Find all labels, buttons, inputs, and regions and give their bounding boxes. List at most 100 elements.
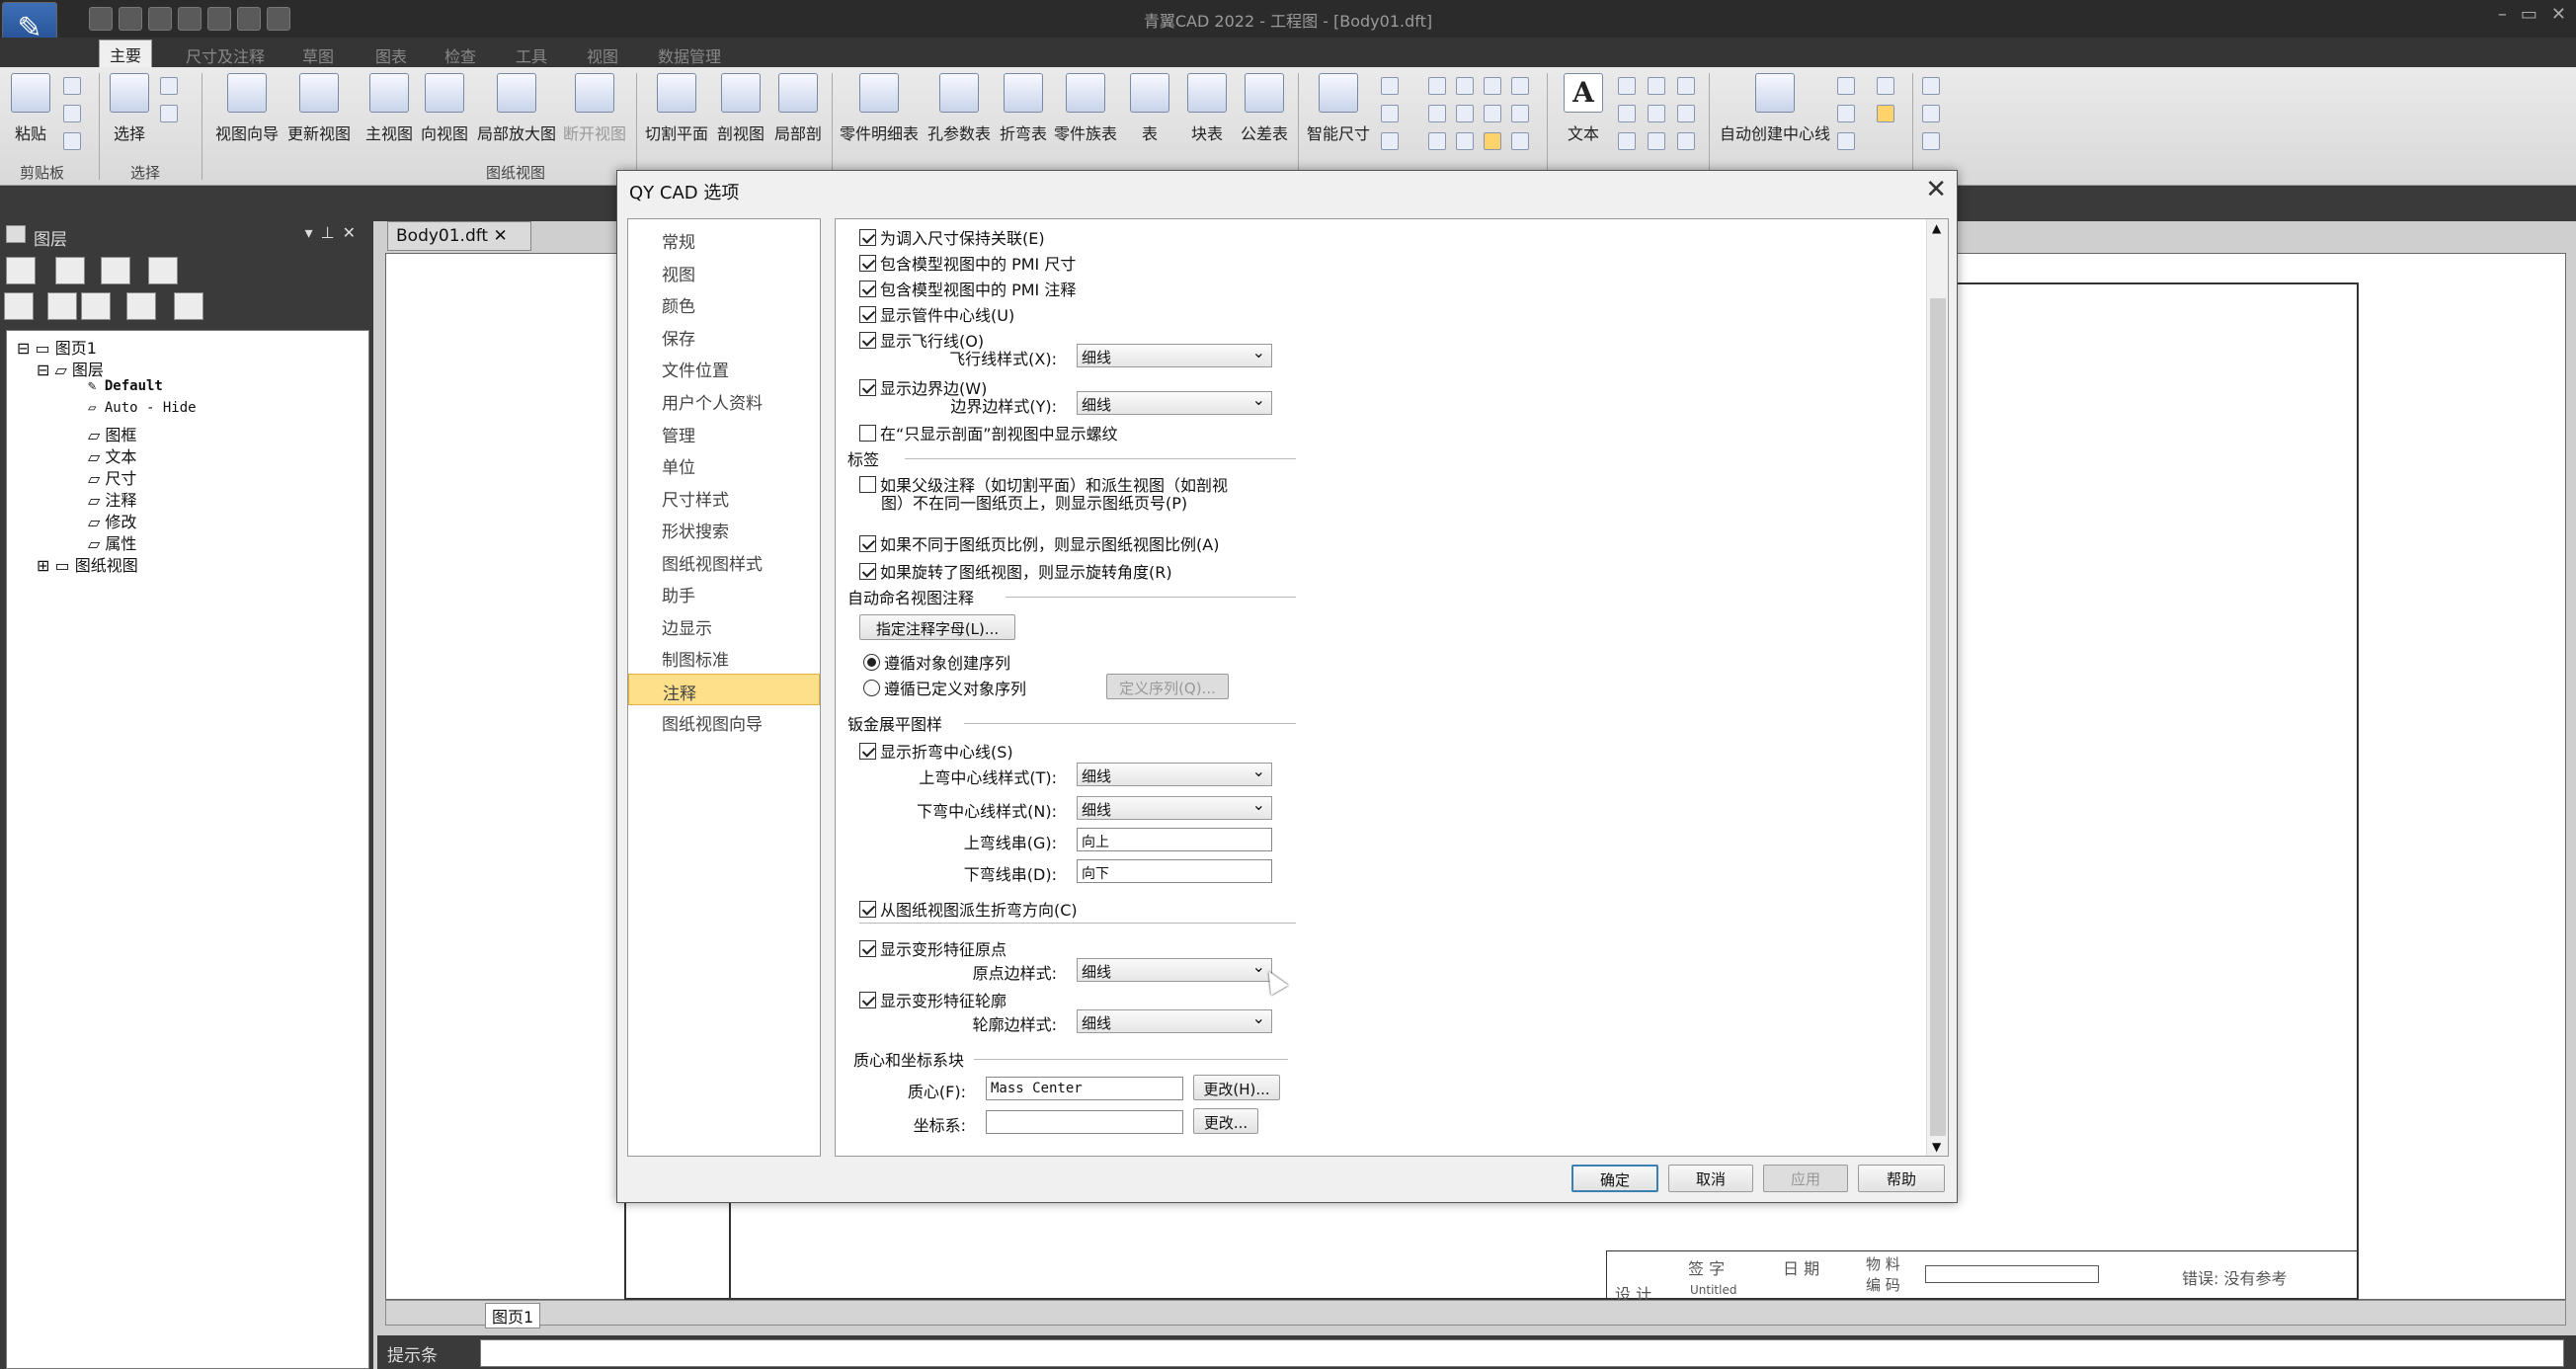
document-tab[interactable]: Body01.dft ✕: [387, 221, 531, 251]
select-button[interactable]: 选择: [107, 73, 152, 144]
detail-view-button[interactable]: 局部放大图: [474, 73, 559, 144]
select-box-icon[interactable]: [160, 105, 178, 122]
dialog-close-icon[interactable]: ✕: [1925, 175, 1947, 204]
opt-section-threads[interactable]: 在“只显示剖面”剖视图中显示螺纹: [859, 421, 1118, 444]
outline-style-select[interactable]: 细线: [1077, 1008, 1272, 1033]
bend-up-style-select[interactable]: 细线: [1077, 762, 1272, 786]
nav-color[interactable]: 颜色: [628, 287, 820, 319]
nav-edge-display[interactable]: 边显示: [628, 609, 820, 641]
auxiliary-view-button[interactable]: 向视图: [417, 73, 472, 144]
close-button[interactable]: ✕: [2551, 4, 2566, 25]
layer-tool-icon-2[interactable]: [55, 257, 85, 284]
hide-layer-icon[interactable]: [81, 292, 111, 320]
opt-keep-dim-assoc[interactable]: 为调入尺寸保持关联(E): [859, 225, 1045, 249]
coord-input[interactable]: [986, 1110, 1183, 1134]
nav-shape-search[interactable]: 形状搜索: [628, 513, 820, 544]
opt-scale-diff[interactable]: 如果不同于图纸页比例，则显示图纸视图比例(A): [859, 531, 1219, 555]
tree-item-drawing-views[interactable]: ⊞ ▭ 图纸视图: [37, 552, 138, 576]
datum-icon[interactable]: [1677, 77, 1695, 95]
tab-data-management[interactable]: 数据管理: [648, 41, 731, 69]
sheet-tab[interactable]: 图页1: [485, 1303, 541, 1329]
centerline-icon[interactable]: [1837, 77, 1855, 95]
origin-style-select[interactable]: 细线: [1077, 957, 1272, 982]
select-filter-icon[interactable]: [160, 77, 178, 95]
dim-distance-icon[interactable]: [1428, 77, 1446, 95]
broken-view-button[interactable]: 断开视图: [559, 73, 630, 144]
dim-baseline-icon[interactable]: [1511, 77, 1529, 95]
tree-item-text[interactable]: ▱ 文本: [88, 443, 136, 467]
hole-table-button[interactable]: 孔参数表: [925, 73, 994, 144]
dim-chamfer-icon[interactable]: [1456, 132, 1474, 150]
scroll-down-icon[interactable]: ▼: [1932, 1140, 1941, 1154]
principal-view-button[interactable]: 主视图: [362, 73, 417, 144]
balloon-icon[interactable]: [1648, 77, 1665, 95]
dim-chain-icon[interactable]: [1428, 105, 1446, 122]
minimize-button[interactable]: –: [2498, 4, 2507, 25]
help-icon[interactable]: [148, 257, 178, 284]
table-button[interactable]: 表: [1130, 73, 1169, 144]
bend-down-style-select[interactable]: 细线: [1077, 795, 1272, 820]
customize-icon[interactable]: [267, 7, 290, 31]
auto-centerline-button[interactable]: 自动创建中心线: [1715, 73, 1835, 144]
tree-item-modify[interactable]: ▱ 修改: [88, 509, 136, 532]
dim-diameter-icon[interactable]: [1456, 105, 1474, 122]
view-wizard-button[interactable]: 视图向导: [211, 73, 282, 144]
show-layer-icon[interactable]: [47, 292, 77, 320]
dim-center-icon[interactable]: [1484, 105, 1501, 122]
model-view-icon[interactable]: [1922, 105, 1940, 122]
bend-table-button[interactable]: 折弯表: [996, 73, 1051, 144]
nav-view-style[interactable]: 图纸视图样式: [628, 545, 820, 577]
nav-file-locations[interactable]: 文件位置: [628, 352, 820, 383]
copy-icon[interactable]: [63, 105, 81, 122]
family-table-button[interactable]: 零件族表: [1051, 73, 1120, 144]
new-icon[interactable]: [89, 7, 113, 31]
tab-charts[interactable]: 图表: [365, 41, 417, 69]
tab-dimensions[interactable]: 尺寸及注释: [176, 41, 275, 69]
define-sequence-button[interactable]: 定义序列(Q)...: [1106, 674, 1229, 699]
ok-button[interactable]: 确定: [1571, 1165, 1658, 1192]
opt-bend-centerline[interactable]: 显示折弯中心线(S): [859, 739, 1013, 763]
hint-input[interactable]: [480, 1339, 2564, 1367]
tree-item-autohide[interactable]: ▱ Auto - Hide: [88, 400, 197, 416]
surface-texture-icon[interactable]: [1618, 132, 1636, 150]
nav-dimension-style[interactable]: 尺寸样式: [628, 481, 820, 513]
flyline-style-select[interactable]: 细线: [1077, 343, 1272, 367]
hatch-icon[interactable]: [1877, 77, 1894, 95]
move-layer-icon[interactable]: [126, 292, 156, 320]
radio-follow-defined[interactable]: 遵循已定义对象序列: [863, 676, 1026, 699]
close-tab-icon[interactable]: ✕: [494, 226, 508, 246]
specify-letters-button[interactable]: 指定注释字母(L)...: [859, 614, 1015, 640]
bolt-hole-circle-icon[interactable]: [1837, 132, 1855, 150]
nav-assistant[interactable]: 助手: [628, 577, 820, 608]
opt-pmi-notes[interactable]: 包含模型视图中的 PMI 注释: [859, 277, 1076, 300]
model-edit-icon[interactable]: [1922, 132, 1940, 150]
mass-input[interactable]: Mass Center: [986, 1077, 1183, 1100]
text-button[interactable]: A 文本: [1559, 73, 1608, 144]
bend-down-string-input[interactable]: 向下: [1077, 859, 1272, 883]
dim-linear-icon[interactable]: [1381, 77, 1399, 95]
dim-angle-icon[interactable]: [1381, 105, 1399, 122]
scroll-up-icon[interactable]: ▲: [1932, 221, 1941, 235]
nav-view[interactable]: 视图: [628, 256, 820, 287]
smart-dimension-button[interactable]: 智能尺寸: [1304, 73, 1373, 144]
opt-derive-bend[interactable]: 从图纸视图派生折弯方向(C): [859, 897, 1078, 921]
tree-item-property[interactable]: ▱ 属性: [88, 530, 136, 554]
paste-button[interactable]: 粘贴: [8, 73, 53, 144]
layer-tool-icon-1[interactable]: [6, 257, 36, 284]
nav-drafting-standard[interactable]: 制图标准: [628, 641, 820, 673]
tab-inspect[interactable]: 检查: [435, 41, 486, 69]
connector-icon[interactable]: [1677, 132, 1695, 150]
opt-rotated[interactable]: 如果旋转了图纸视图，则显示旋转角度(R): [859, 559, 1172, 583]
nav-management[interactable]: 管理: [628, 417, 820, 448]
parts-list-button[interactable]: 零件明细表: [836, 73, 923, 144]
options-scrollbar[interactable]: ▲ ▼: [1926, 219, 1948, 1156]
opt-pmi-dims[interactable]: 包含模型视图中的 PMI 尺寸: [859, 251, 1076, 275]
cancel-button[interactable]: 取消: [1668, 1165, 1753, 1192]
redo-icon[interactable]: [237, 7, 261, 31]
opt-deform-origin[interactable]: 显示变形特征原点: [859, 936, 1006, 960]
mass-change-button[interactable]: 更改(H)...: [1193, 1075, 1280, 1100]
tree-item-annotation[interactable]: ▱ 注释: [88, 487, 136, 511]
center-mark-icon[interactable]: [1837, 105, 1855, 122]
dim-arc-icon[interactable]: [1484, 77, 1501, 95]
layer-tool-icon-3[interactable]: [101, 257, 130, 284]
